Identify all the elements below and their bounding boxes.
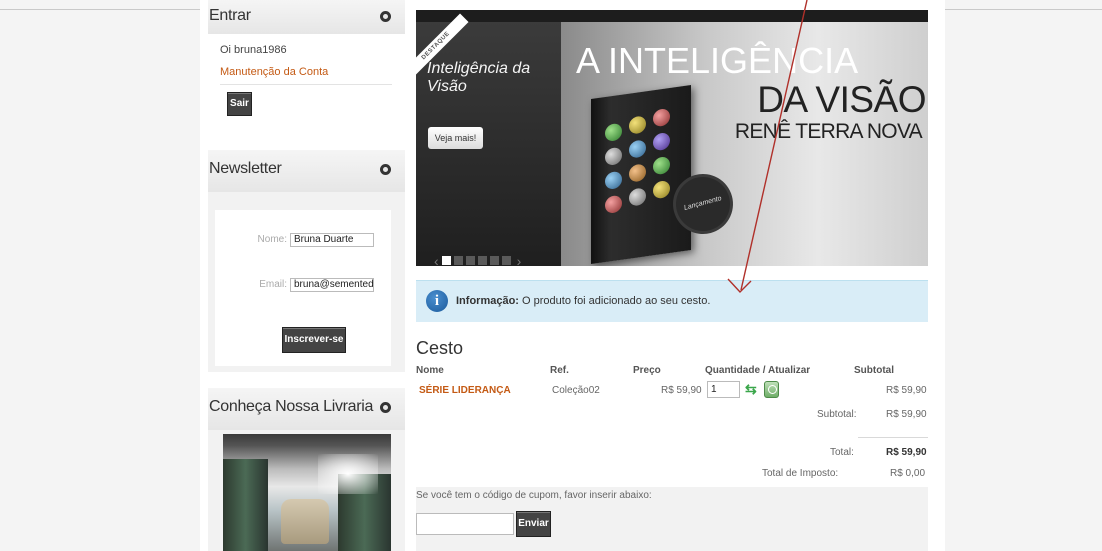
newsletter-form: Nome: Bruna Duarte Email: bruna@semented… xyxy=(215,210,391,366)
login-module-title: Entrar xyxy=(209,7,251,24)
banner-headline: A INTELIGÊNCIA xyxy=(576,40,859,81)
prev-slide-icon[interactable]: ‹ xyxy=(434,254,439,266)
total-label: Total: xyxy=(830,447,854,458)
divider xyxy=(220,84,392,85)
info-message-body: O produto foi adicionado ao seu cesto. xyxy=(522,295,711,307)
store-module-title: Conheça Nossa Livraria xyxy=(209,398,374,415)
user-greeting: Oi bruna1986 xyxy=(220,44,287,56)
login-module-body: Oi bruna1986 Manutenção da Conta Sair xyxy=(208,34,405,138)
email-label: Email: xyxy=(259,279,287,290)
column-header-subtotal: Subtotal xyxy=(854,365,894,376)
cart-item-ref: Coleção02 xyxy=(552,385,600,396)
quantity-input[interactable]: 1 xyxy=(707,381,740,398)
name-field[interactable]: Bruna Duarte xyxy=(290,233,374,247)
slide-dot[interactable] xyxy=(489,256,499,266)
subtotal-label: Subtotal: xyxy=(817,409,857,420)
book-cover-image xyxy=(591,84,691,265)
newsletter-module: Newsletter Nome: Bruna Duarte Email: bru… xyxy=(208,150,405,372)
info-message: i Informação: O produto foi adicionado a… xyxy=(416,280,928,322)
update-quantity-icon[interactable]: ⇆ xyxy=(745,382,759,396)
banner-caption: Inteligência da Visão xyxy=(427,60,531,95)
cart-item-name-link[interactable]: SÉRIE LIDERANÇA xyxy=(419,385,511,396)
cart-item-price: R$ 59,90 xyxy=(661,385,702,396)
cart-title: Cesto xyxy=(416,338,464,358)
banner-author: RENÊ TERRA NOVA xyxy=(734,120,923,143)
login-module: Entrar Oi bruna1986 Manutenção da Conta … xyxy=(208,0,405,138)
name-label: Nome: xyxy=(257,234,287,245)
info-message-text: Informação: O produto foi adicionado ao … xyxy=(456,295,710,307)
next-slide-icon[interactable]: › xyxy=(517,254,522,266)
column-header-price: Preço xyxy=(633,365,661,376)
banner-image: A INTELIGÊNCIA DA VISÃO RENÊ TERRA NOVA … xyxy=(561,22,928,266)
newsletter-module-header: Newsletter xyxy=(208,150,405,192)
column-header-name: Nome xyxy=(416,365,444,376)
banner-caption-panel: DESTAQUE Inteligência da Visão Veja mais… xyxy=(416,13,561,266)
login-module-header: Entrar xyxy=(208,0,405,34)
newsletter-module-title: Newsletter xyxy=(209,160,282,177)
column-header-ref: Ref. xyxy=(550,365,569,376)
tax-label: Total de Imposto: xyxy=(762,468,839,479)
coupon-submit-button[interactable]: Enviar xyxy=(516,511,551,537)
account-maintenance-link[interactable]: Manutenção da Conta xyxy=(220,66,328,78)
remove-item-icon[interactable] xyxy=(764,381,779,398)
subscribe-button[interactable]: Inscrever-se xyxy=(282,327,346,353)
tax-value: R$ 0,00 xyxy=(890,468,926,479)
collapse-toggle-icon[interactable] xyxy=(380,402,391,413)
collapse-toggle-icon[interactable] xyxy=(380,164,391,175)
email-field[interactable]: bruna@sementede xyxy=(290,278,374,292)
coupon-code-input[interactable] xyxy=(416,513,514,535)
coupon-section: Se você tem o código de cupom, favor ins… xyxy=(416,487,928,551)
divider xyxy=(858,437,928,438)
slide-pager: ‹ › xyxy=(431,252,524,266)
column-header-quantity: Quantidade / Atualizar xyxy=(705,365,811,376)
info-label: Informação: xyxy=(456,295,519,307)
logout-button[interactable]: Sair xyxy=(227,92,252,116)
slide-dot[interactable] xyxy=(465,256,475,266)
slide-dot[interactable] xyxy=(453,256,463,266)
slide-dot[interactable] xyxy=(477,256,487,266)
slide-dot[interactable] xyxy=(501,256,511,266)
total-value: R$ 59,90 xyxy=(886,447,927,458)
info-icon: i xyxy=(426,290,448,312)
cart-item-subtotal: R$ 59,90 xyxy=(886,385,927,396)
page-content: Entrar Oi bruna1986 Manutenção da Conta … xyxy=(200,0,945,551)
coupon-prompt: Se você tem o código de cupom, favor ins… xyxy=(416,490,652,501)
see-more-button[interactable]: Veja mais! xyxy=(428,127,483,149)
collapse-toggle-icon[interactable] xyxy=(380,11,391,22)
banner-headline-2: DA VISÃO xyxy=(757,79,926,120)
featured-banner[interactable]: DESTAQUE Inteligência da Visão Veja mais… xyxy=(416,10,928,266)
store-module-header: Conheça Nossa Livraria xyxy=(208,388,405,430)
store-photo[interactable] xyxy=(223,434,391,551)
subtotal-value: R$ 59,90 xyxy=(886,409,927,420)
store-module: Conheça Nossa Livraria xyxy=(208,388,405,551)
slide-dot[interactable] xyxy=(441,256,451,266)
